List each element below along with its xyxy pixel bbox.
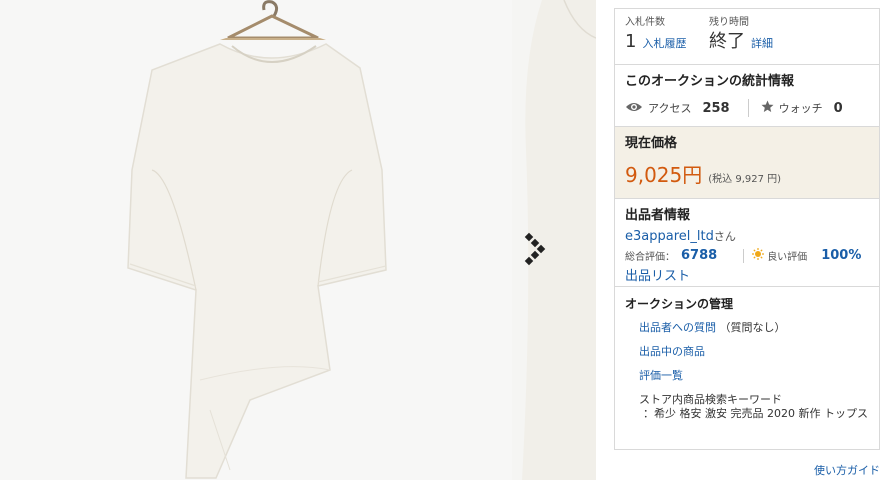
- price-value: 9,025円: [625, 163, 703, 187]
- review-link[interactable]: 評価一覧: [639, 369, 869, 383]
- seller-title: 出品者情報: [625, 208, 691, 223]
- detail-link[interactable]: 詳細: [751, 35, 773, 51]
- tshirt-photo: [0, 0, 512, 480]
- bid-count-block: 入札件数 1 入札履歴: [625, 17, 709, 64]
- manage-title: オークションの管理: [625, 297, 734, 311]
- access-label: アクセス: [648, 102, 692, 115]
- seller-name-link[interactable]: e3apparel_ltd: [625, 229, 714, 244]
- bid-count-label: 入札件数: [625, 17, 665, 28]
- seller-info: 出品者情報 e3apparel_ltdさん 総合評価： 6788 良い評価 10…: [614, 198, 880, 286]
- keyword-title: ストア内商品検索キーワード: [639, 393, 782, 406]
- eye-icon: [625, 101, 643, 116]
- access-stat: アクセス 258: [625, 100, 730, 116]
- bid-history-link[interactable]: 入札履歴: [642, 35, 686, 51]
- bid-count-value: 1: [625, 31, 637, 52]
- stats-title: このオークションの統計情報: [625, 74, 795, 89]
- total-rating-value[interactable]: 6788: [681, 248, 717, 263]
- bid-summary: 入札件数 1 入札履歴 残り時間 終了 詳細: [614, 8, 880, 64]
- star-icon: [761, 100, 774, 116]
- total-rating-label: 総合評価：: [625, 252, 675, 263]
- listing-link[interactable]: 出品中の商品: [639, 345, 869, 359]
- watch-stat: ウォッチ 0: [761, 100, 843, 116]
- question-link-text[interactable]: 出品者への質問: [639, 321, 716, 334]
- keyword-text: ：希少 格安 激安 完売品 2020 新作 トップス: [643, 407, 868, 420]
- next-arrow-icon[interactable]: [520, 230, 548, 266]
- auction-management: オークションの管理 出品者への質問 （質問なし） 出品中の商品 評価一覧 ストア…: [614, 286, 880, 450]
- good-rating-value: 100%: [821, 248, 862, 263]
- price-title: 現在価格: [625, 136, 678, 151]
- seller-listings-link[interactable]: 出品リスト: [625, 265, 869, 284]
- access-value: 258: [702, 100, 730, 116]
- seller-honorific: さん: [713, 230, 736, 243]
- main-product-photo[interactable]: [0, 0, 512, 480]
- time-left-label: 残り時間: [709, 17, 749, 28]
- time-left-block: 残り時間 終了 詳細: [709, 17, 793, 64]
- sun-icon: [752, 248, 765, 263]
- question-note: （質問なし）: [719, 321, 786, 334]
- stats-divider: [747, 99, 749, 117]
- rating-divider: [743, 248, 745, 263]
- usage-guide-link[interactable]: 使い方ガイド: [814, 462, 880, 478]
- watch-value: 0: [833, 100, 843, 116]
- question-link[interactable]: 出品者への質問 （質問なし）: [639, 321, 869, 335]
- price-tax: (税込 9,927 円): [708, 174, 782, 185]
- auction-stats: このオークションの統計情報 アクセス 258 ウォッチ 0: [614, 64, 880, 126]
- time-left-value: 終了: [709, 31, 745, 52]
- image-gallery: [0, 0, 596, 480]
- current-price-box: 現在価格 9,025円 (税込 9,927 円): [614, 126, 880, 198]
- watch-label: ウォッチ: [778, 102, 823, 115]
- auction-sidebar: 入札件数 1 入札履歴 残り時間 終了 詳細 このオークションの統計情報 アクセ…: [614, 8, 880, 450]
- good-rating-label: 良い評価: [767, 252, 808, 263]
